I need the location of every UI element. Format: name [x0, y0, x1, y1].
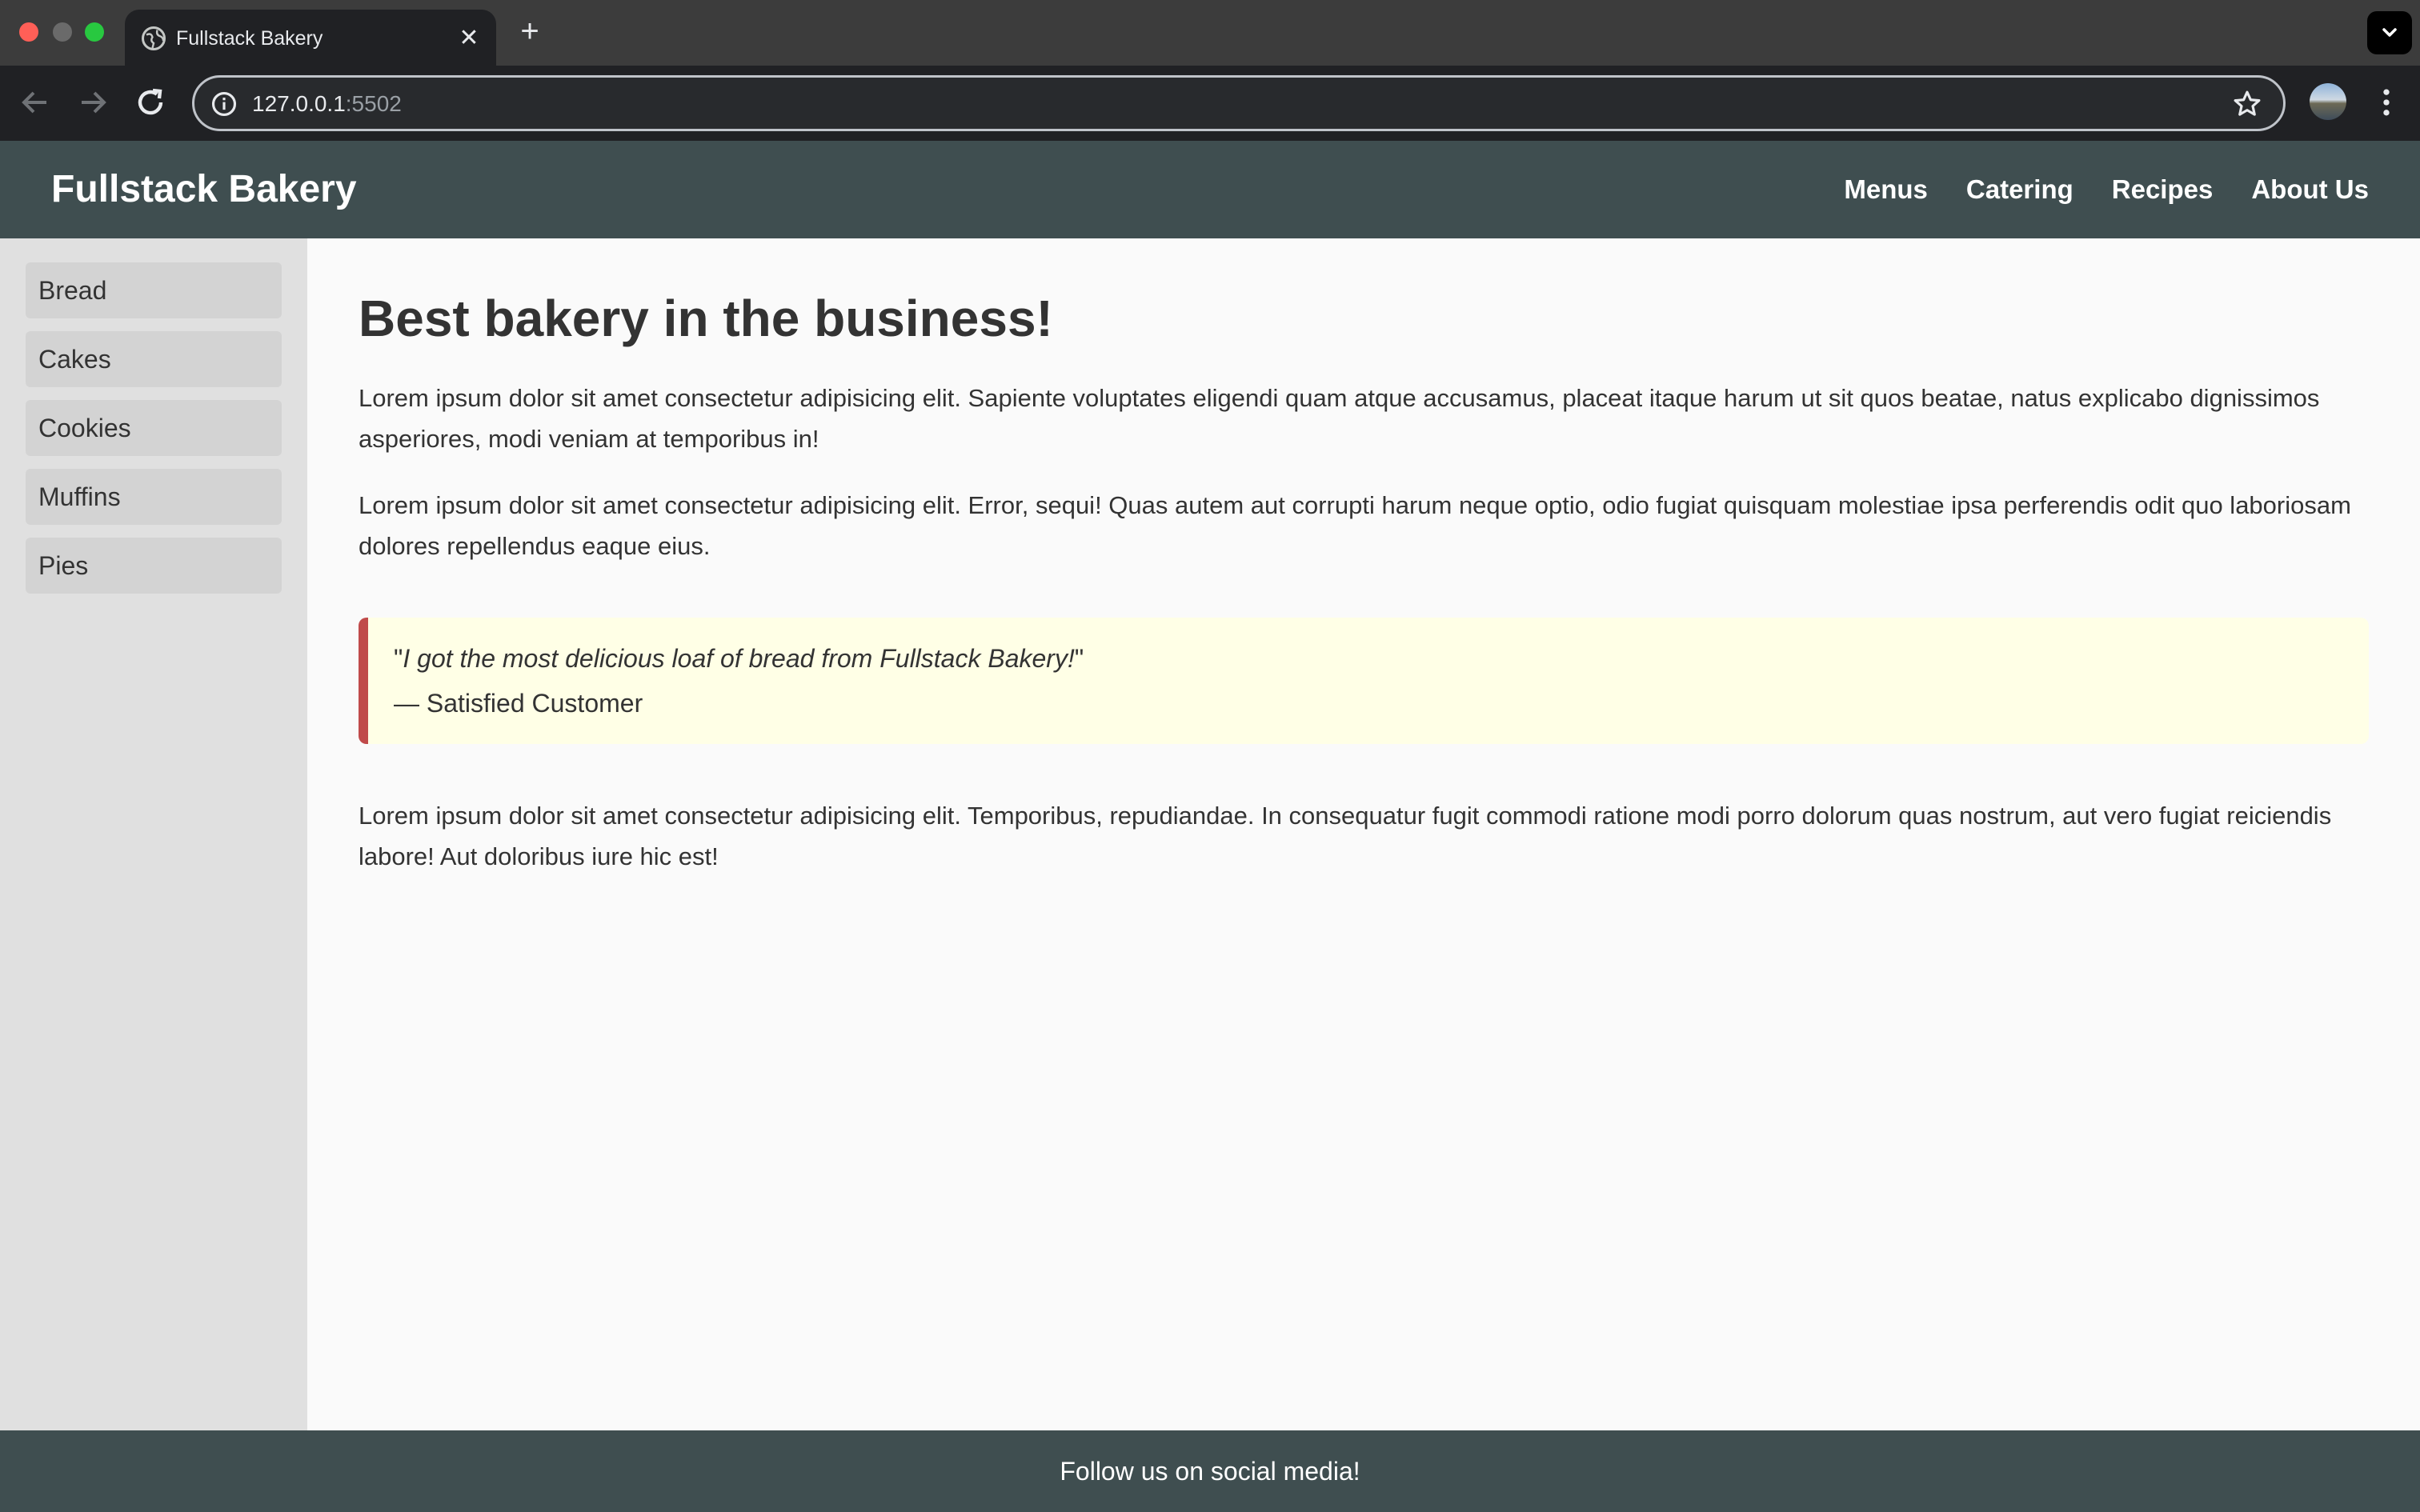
address-bar[interactable]: 127.0.0.1:5502	[192, 75, 2286, 131]
star-icon[interactable]	[2230, 87, 2264, 121]
nav-link-about-us[interactable]: About Us	[2251, 165, 2369, 214]
paragraph-1: Lorem ipsum dolor sit amet consectetur a…	[359, 384, 2320, 453]
forward-arrow-icon[interactable]	[74, 83, 112, 122]
sidebar-item-cookies[interactable]: Cookies	[26, 400, 282, 456]
quote-close-mark: "	[1074, 644, 1084, 673]
footer-text: Follow us on social media!	[1060, 1457, 1360, 1486]
main-content: Best bakery in the business! Lorem ipsum…	[359, 238, 2369, 1430]
tab-title: Fullstack Bakery	[176, 27, 323, 50]
tab-search-button[interactable]	[2367, 11, 2412, 54]
plus-icon[interactable]: +	[512, 14, 547, 50]
sidebar-item-cakes[interactable]: Cakes	[26, 331, 282, 387]
url-port: :5502	[345, 91, 402, 116]
minimize-window-button[interactable]	[53, 22, 72, 42]
sidebar-item-pies[interactable]: Pies	[26, 538, 282, 594]
chevron-down-icon	[2382, 28, 2397, 37]
close-icon[interactable]: ✕	[455, 24, 483, 53]
url-host: 127.0.0.1	[252, 91, 346, 116]
nav-link-menus[interactable]: Menus	[1844, 165, 1928, 214]
maximize-window-button[interactable]	[85, 22, 104, 42]
site-header: Fullstack Bakery Menus Catering Recipes …	[0, 141, 2420, 238]
quote-body: I got the most delicious loaf of bread f…	[403, 644, 1075, 673]
quote-text: "I got the most delicious loaf of bread …	[394, 637, 1084, 680]
kebab-menu-icon[interactable]	[2372, 85, 2401, 120]
page-title: Best bakery in the business!	[359, 290, 1053, 347]
sidebar-item-muffins[interactable]: Muffins	[26, 469, 282, 525]
info-icon[interactable]	[209, 89, 239, 119]
browser-toolbar: 127.0.0.1:5502	[0, 66, 2420, 141]
sidebar: Bread Cakes Cookies Muffins Pies	[0, 238, 307, 1430]
reload-icon[interactable]	[131, 83, 170, 122]
browser-tab[interactable]: Fullstack Bakery ✕	[125, 10, 496, 67]
back-arrow-icon[interactable]	[16, 83, 54, 122]
tab-strip: Fullstack Bakery ✕ +	[0, 0, 2420, 67]
main-nav: Menus Catering Recipes About Us	[1844, 165, 2369, 214]
browser-window: Fullstack Bakery ✕ + 127.0.0.1:5502 Full…	[0, 0, 2420, 1512]
quote-open-mark: "	[394, 644, 403, 673]
globe-icon	[142, 26, 166, 50]
profile-avatar[interactable]	[2310, 83, 2346, 120]
site-footer: Follow us on social media!	[0, 1430, 2420, 1512]
web-page: Fullstack Bakery Menus Catering Recipes …	[0, 141, 2420, 1512]
paragraph-3: Lorem ipsum dolor sit amet consectetur a…	[359, 802, 2332, 870]
sidebar-item-bread[interactable]: Bread	[26, 262, 282, 318]
paragraph-2: Lorem ipsum dolor sit amet consectetur a…	[359, 491, 2351, 560]
testimonial-quote: "I got the most delicious loaf of bread …	[359, 618, 2369, 744]
site-brand[interactable]: Fullstack Bakery	[51, 165, 357, 214]
quote-author: — Satisfied Customer	[394, 689, 643, 718]
close-window-button[interactable]	[19, 22, 38, 42]
nav-link-recipes[interactable]: Recipes	[2112, 165, 2214, 214]
url-text: 127.0.0.1:5502	[252, 89, 402, 119]
nav-link-catering[interactable]: Catering	[1966, 165, 2073, 214]
